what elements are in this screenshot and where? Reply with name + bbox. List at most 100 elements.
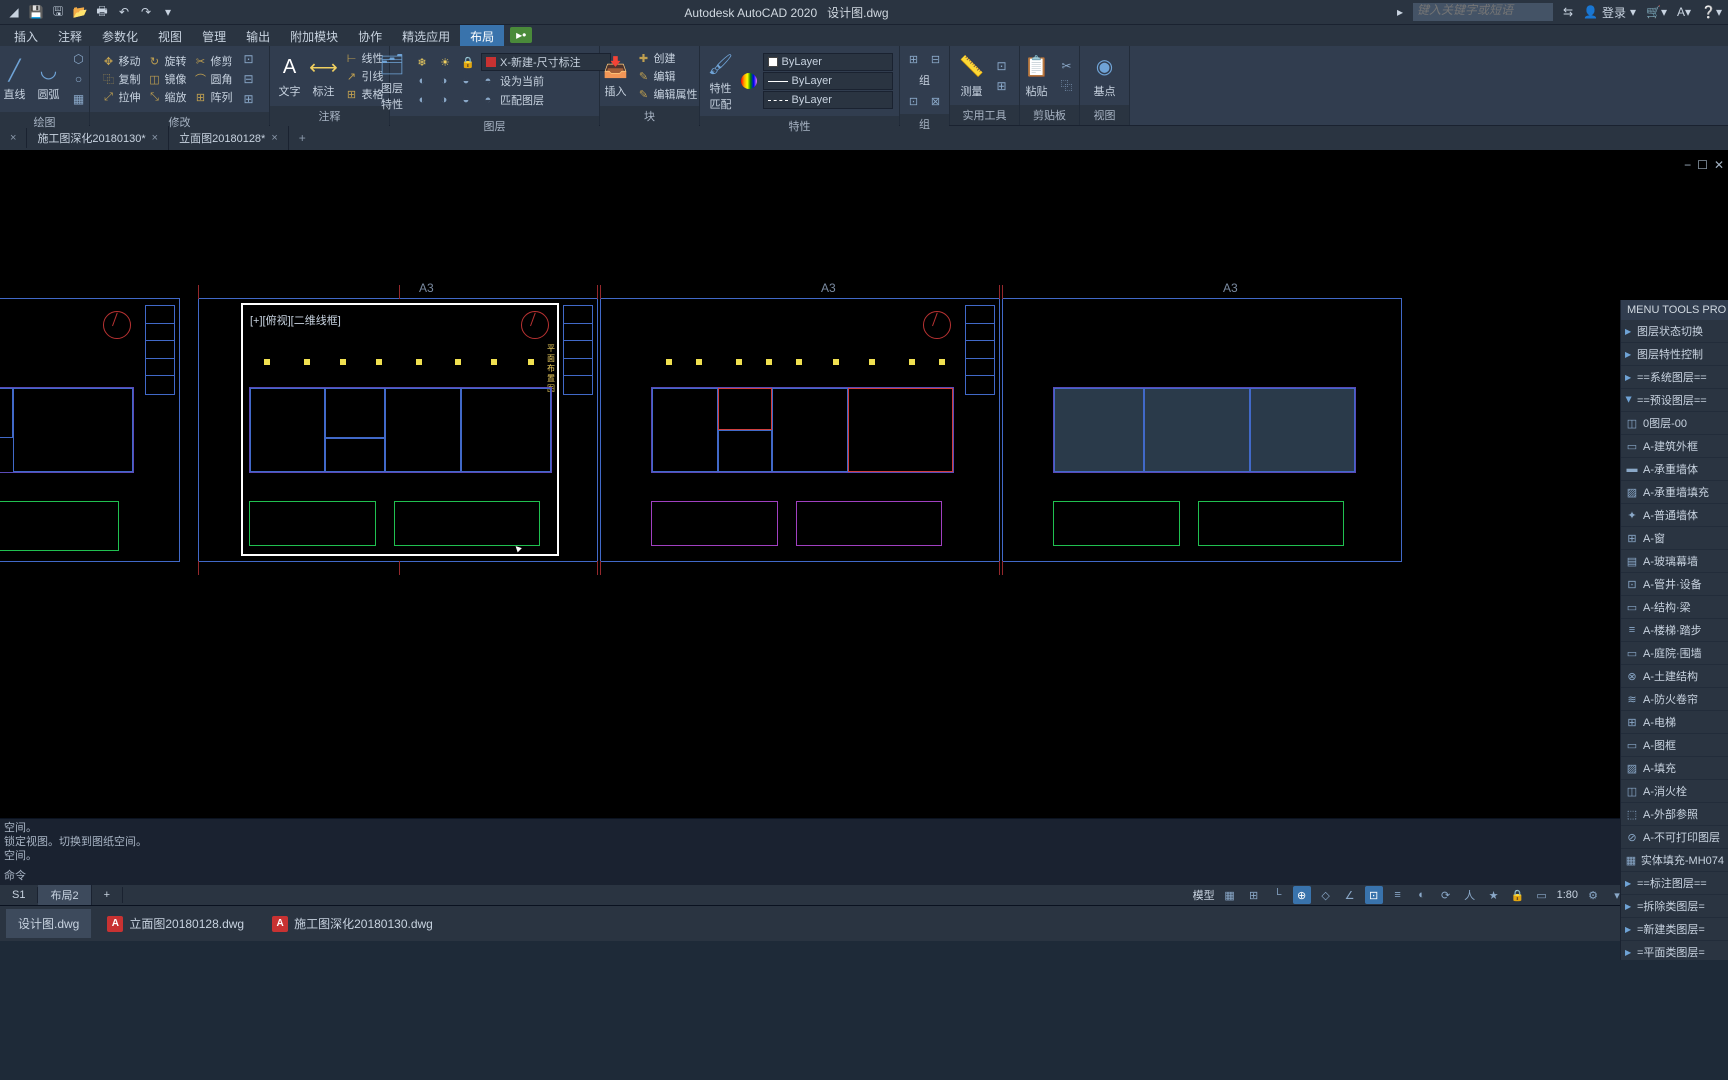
- text-button[interactable]: A 文字: [274, 51, 306, 101]
- menu-output[interactable]: 输出: [236, 25, 280, 46]
- modify-ext1-icon[interactable]: ⊡: [239, 50, 259, 68]
- taskbar-item-2[interactable]: A立面图20180128.dwg: [95, 909, 256, 938]
- close-icon[interactable]: ×: [152, 132, 158, 144]
- qat-dropdown-icon[interactable]: ▾: [160, 4, 176, 20]
- layer-item[interactable]: ▭A-建筑外框: [1621, 435, 1728, 458]
- section-preset-layers[interactable]: ▶==预设图层==: [1621, 389, 1728, 412]
- layer-match-button[interactable]: ◐ ◑ ◒ ◓ 匹配图层: [412, 91, 611, 109]
- start-tab[interactable]: ×: [0, 128, 27, 148]
- grp-i3[interactable]: ⊡: [904, 92, 924, 110]
- annoscale-icon[interactable]: 人: [1461, 886, 1479, 904]
- fillet-button[interactable]: ⌒圆角: [193, 71, 233, 87]
- layer-dropdown[interactable]: X-新建-尺寸标注: [481, 53, 611, 71]
- layer-item[interactable]: ⊗A-土建结构: [1621, 665, 1728, 688]
- grid-icon[interactable]: ▦: [1221, 886, 1239, 904]
- layer-item[interactable]: ◫0图层-00: [1621, 412, 1728, 435]
- vp-restore-icon[interactable]: ☐: [1697, 158, 1708, 172]
- add-tab-button[interactable]: +: [289, 127, 316, 149]
- lweight-dropdown[interactable]: ByLayer: [763, 72, 893, 90]
- polar-icon[interactable]: ⊕: [1293, 886, 1311, 904]
- layer-item[interactable]: ▨A-承重墙填充: [1621, 481, 1728, 504]
- color-dropdown[interactable]: ByLayer: [763, 53, 893, 71]
- layer-setcurrent-button[interactable]: ◐ ◑ ◒ ◓ 设为当前: [412, 72, 611, 90]
- file-tab-2[interactable]: 立面图20180128*×: [169, 126, 289, 150]
- measure-button[interactable]: 📏 测量: [956, 51, 988, 101]
- app-menu-icon[interactable]: ◢: [6, 4, 22, 20]
- layer-item[interactable]: ▤A-玻璃幕墙: [1621, 550, 1728, 573]
- layer-item[interactable]: ⊞A-电梯: [1621, 711, 1728, 734]
- create-button[interactable]: ✚创建: [636, 50, 698, 66]
- lyr-i8[interactable]: ◓: [478, 91, 498, 109]
- layout-add-button[interactable]: +: [92, 887, 123, 903]
- layer-item[interactable]: ⊡A-管井·设备: [1621, 573, 1728, 596]
- menu-featured[interactable]: 精选应用: [392, 25, 460, 46]
- close-icon[interactable]: ×: [271, 132, 277, 144]
- section-dim-layers[interactable]: ▶==标注图层==: [1621, 872, 1728, 895]
- ortho-icon[interactable]: └: [1269, 886, 1287, 904]
- snap-icon[interactable]: ⊞: [1245, 886, 1263, 904]
- otrack-icon[interactable]: ∠: [1341, 886, 1359, 904]
- array-button[interactable]: ⊞阵列: [193, 89, 233, 105]
- section-system-layers[interactable]: ▶==系统图层==: [1621, 366, 1728, 389]
- close-icon[interactable]: ×: [10, 132, 16, 144]
- edit-button[interactable]: ✎编辑: [636, 68, 698, 84]
- layer-item[interactable]: ▬A-承重墙体: [1621, 458, 1728, 481]
- lyr-i4[interactable]: ◓: [478, 72, 498, 90]
- polyline-icon[interactable]: ⬡: [69, 50, 89, 68]
- grp-i2[interactable]: ⊟: [926, 50, 946, 68]
- lyr-i7[interactable]: ◒: [456, 91, 476, 109]
- layer-item[interactable]: ⬚A-外部参照: [1621, 803, 1728, 826]
- lyr-i3[interactable]: ◒: [456, 72, 476, 90]
- cycling-icon[interactable]: ⟳: [1437, 886, 1455, 904]
- layer-item[interactable]: ⊘A-不可打印图层: [1621, 826, 1728, 849]
- layer-freeze-icon[interactable]: ❄: [412, 53, 432, 71]
- open-icon[interactable]: 📂: [72, 4, 88, 20]
- command-line[interactable]: 空间。 锁定视图。切换到图纸空间。 空间。 命令: [0, 818, 1728, 885]
- plot-icon[interactable]: 🖶: [94, 4, 110, 20]
- transparency-icon[interactable]: ◐: [1413, 886, 1431, 904]
- cart-icon[interactable]: 🛒▾: [1646, 5, 1667, 19]
- grp-i4[interactable]: ⊠: [926, 92, 946, 110]
- connect-icon[interactable]: ⇆: [1563, 5, 1573, 19]
- layer-item[interactable]: ▨A-填充: [1621, 757, 1728, 780]
- circle-icon[interactable]: ○: [69, 70, 89, 88]
- menu-manage[interactable]: 管理: [192, 25, 236, 46]
- drawing-area[interactable]: − ☐ ✕ [+][俯视][二维线框] A3 平面布置图: [0, 150, 1728, 818]
- layer-item[interactable]: ▭A-结构·梁: [1621, 596, 1728, 619]
- paste-button[interactable]: 📋 粘贴: [1021, 51, 1053, 101]
- lyr-i6[interactable]: ◑: [434, 91, 454, 109]
- layout-tab-2[interactable]: 布局2: [38, 885, 91, 905]
- insert-button[interactable]: 📥 插入: [600, 51, 632, 101]
- layer-props-button[interactable]: 🗂 图层 特性: [376, 48, 408, 114]
- section-layer-props[interactable]: ▶图层特性控制: [1621, 343, 1728, 366]
- menu-parametric[interactable]: 参数化: [92, 25, 148, 46]
- saveas-icon[interactable]: 🖫: [50, 4, 66, 20]
- redo-icon[interactable]: ↷: [138, 4, 154, 20]
- dyn-icon[interactable]: ⊡: [1365, 886, 1383, 904]
- trim-button[interactable]: ✂修剪: [193, 53, 233, 69]
- menu-collab[interactable]: 协作: [348, 25, 392, 46]
- scale-label[interactable]: 1:80: [1557, 889, 1578, 901]
- lyr-i5[interactable]: ◐: [412, 91, 432, 109]
- match-props-button[interactable]: 🖌 特性 匹配: [705, 48, 737, 114]
- layer-item[interactable]: ▭A-图框: [1621, 734, 1728, 757]
- search-input[interactable]: [1417, 3, 1549, 17]
- viewport-label[interactable]: [+][俯视][二维线框]: [250, 312, 341, 328]
- util-i2[interactable]: ⊞: [992, 77, 1012, 95]
- layer-item[interactable]: ◫A-消火栓: [1621, 780, 1728, 803]
- stretch-button[interactable]: ⤢拉伸: [101, 89, 141, 105]
- section-layer-state[interactable]: ▶图层状态切换: [1621, 320, 1728, 343]
- menu-view[interactable]: 视图: [148, 25, 192, 46]
- menu-addins[interactable]: 附加模块: [280, 25, 348, 46]
- menu-layout[interactable]: 布局: [460, 25, 504, 46]
- help-icon[interactable]: ❔▾: [1701, 5, 1722, 19]
- paper-icon[interactable]: ▭: [1533, 886, 1551, 904]
- section-new-layers[interactable]: ▶=新建类图层=: [1621, 918, 1728, 941]
- menu-insert[interactable]: 插入: [4, 25, 48, 46]
- layer-item[interactable]: ✦A-普通墙体: [1621, 504, 1728, 527]
- section-demo-layers[interactable]: ▶=拆除类图层=: [1621, 895, 1728, 918]
- dim-button[interactable]: ⟷ 标注: [308, 51, 340, 101]
- move-button[interactable]: ✥移动: [101, 53, 141, 69]
- layer-item[interactable]: ≡A-楼梯·踏步: [1621, 619, 1728, 642]
- hatch-icon[interactable]: ▦: [69, 90, 89, 108]
